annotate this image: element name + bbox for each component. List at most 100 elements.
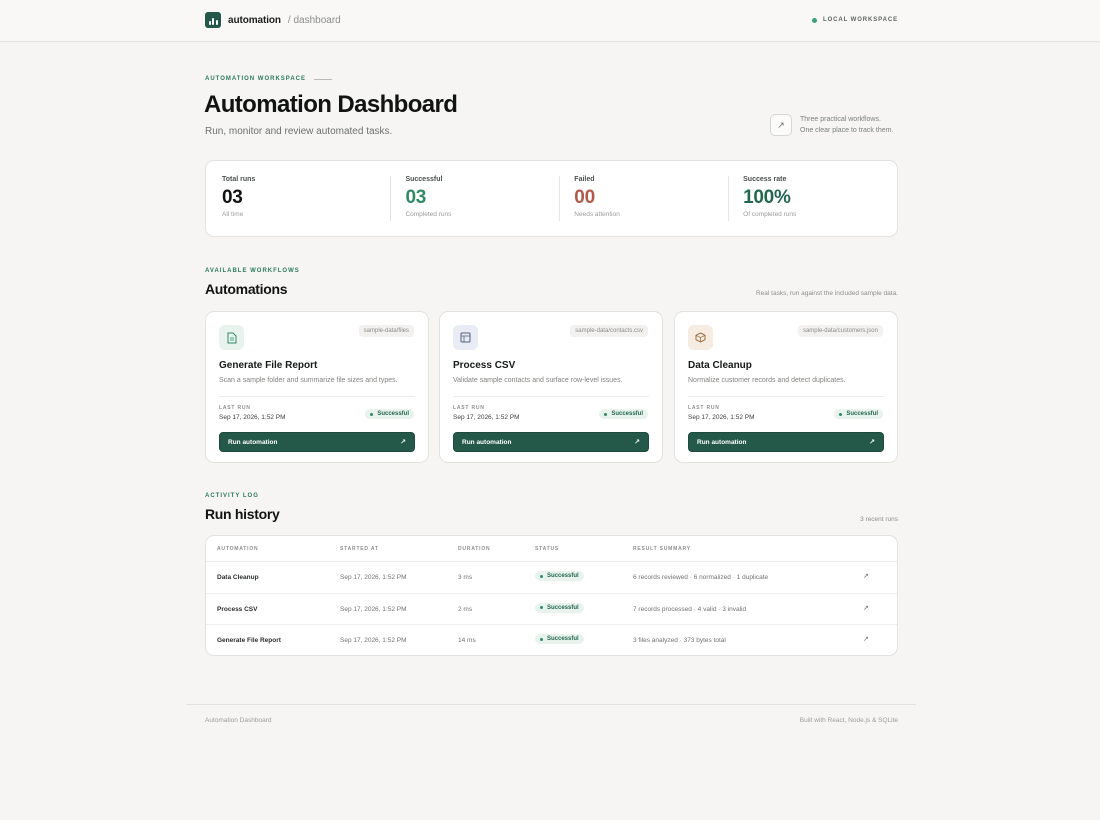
history-eyebrow: ACTIVITY LOG: [205, 493, 259, 499]
run-automation-button[interactable]: Run automation ↗: [219, 432, 415, 452]
cell-summary: 3 files analyzed · 373 bytes total: [633, 637, 726, 644]
stat-label: Failed: [574, 176, 595, 183]
hero-note-line: Three practical workflows.: [800, 116, 881, 123]
sample-path-tag: sample-data/customers.json: [797, 325, 883, 337]
status-badge: Successful: [535, 602, 584, 613]
stat-value: 100%: [743, 187, 791, 208]
arrow-up-right-icon: ↗: [400, 439, 406, 446]
status-text: Successful: [846, 411, 878, 417]
column-header: DURATION: [458, 546, 491, 552]
arrow-up-right-icon: ↗: [634, 439, 640, 446]
table-row[interactable]: Process CSV Sep 17, 2026, 1:52 PM 2 ms S…: [206, 594, 897, 625]
stat-label: Successful: [405, 176, 443, 183]
history-title: Run history: [205, 506, 280, 522]
last-run-value: Sep 17, 2026, 1:52 PM: [453, 414, 520, 421]
column-header: RESULT SUMMARY: [633, 546, 691, 552]
stat-hint: Completed runs: [405, 211, 452, 218]
arrow-up-right-icon[interactable]: ↗: [863, 604, 869, 612]
cell-summary: 6 records reviewed · 6 normalized · 1 du…: [633, 574, 769, 581]
divider: [219, 396, 415, 397]
brand[interactable]: automation / dashboard: [205, 12, 341, 28]
status-dot-icon: [604, 412, 608, 416]
last-run-value: Sep 17, 2026, 1:52 PM: [688, 414, 755, 421]
hero-note-text: Three practical workflows. One clear pla…: [800, 114, 893, 136]
stat-hint: Of completed runs: [743, 211, 797, 218]
status-dot-icon: [839, 412, 843, 416]
stat-value: 03: [405, 187, 426, 208]
table-row[interactable]: Generate File Report Sep 17, 2026, 1:52 …: [206, 625, 897, 655]
cell-summary: 7 records processed · 4 valid · 3 invali…: [633, 605, 747, 613]
column-header: STARTED AT: [340, 546, 379, 552]
stat-label: Success rate: [743, 176, 787, 183]
stats-card: Total runs 03 All time Successful 03 Com…: [205, 160, 898, 237]
workflows-title: Automations: [205, 281, 288, 297]
card-title: Data Cleanup: [688, 360, 752, 371]
column-header: STATUS: [535, 546, 560, 552]
stat-label: Total runs: [222, 176, 256, 183]
table-row[interactable]: Data Cleanup Sep 17, 2026, 1:52 PM 3 ms …: [206, 562, 897, 594]
cell-duration: 3 ms: [458, 574, 473, 581]
stat-value: 00: [574, 187, 595, 208]
status-text: Successful: [547, 573, 579, 579]
arrow-up-right-icon[interactable]: ↗: [863, 572, 869, 580]
status-dot-icon: [812, 17, 818, 23]
file-icon: [219, 325, 244, 350]
status-badge: Successful: [599, 409, 648, 419]
status-dot-icon: [540, 637, 543, 641]
automation-card-data-cleanup: sample-data/customers.json Data Cleanup …: [674, 311, 898, 463]
card-title: Generate File Report: [219, 360, 318, 371]
status-text: Successful: [377, 411, 409, 417]
hero-eyebrow-label: AUTOMATION WORKSPACE: [205, 76, 306, 82]
cell-duration: 14 ms: [458, 637, 476, 644]
hero-note: ↗ Three practical workflows. One clear p…: [770, 114, 893, 136]
hero-eyebrow: AUTOMATION WORKSPACE: [205, 76, 332, 82]
last-run-label: LAST RUN: [688, 405, 720, 411]
footer-left: Automation Dashboard: [205, 717, 272, 724]
stat-successful: Successful 03 Completed runs: [390, 176, 559, 236]
divider: [453, 396, 649, 397]
cell-started: Sep 17, 2026, 1:52 PM: [340, 605, 407, 613]
run-button-label: Run automation: [697, 438, 747, 446]
cell-automation: Generate File Report: [217, 637, 281, 644]
brand-name: automation: [228, 14, 281, 26]
stat-total-runs: Total runs 03 All time: [222, 176, 390, 236]
stat-hint: All time: [222, 211, 244, 218]
status-badge: Successful: [365, 409, 414, 419]
eyebrow-divider: [314, 78, 332, 80]
run-history-table: AUTOMATION STARTED AT DURATION STATUS RE…: [205, 535, 898, 656]
arrow-up-right-icon: ↗: [770, 114, 792, 136]
stat-hint: Needs attention: [574, 211, 620, 218]
run-automation-button[interactable]: Run automation ↗: [453, 432, 649, 452]
top-bar: automation / dashboard LOCAL WORKSPACE: [0, 0, 1100, 42]
page-title: Automation Dashboard: [204, 91, 458, 118]
cell-automation: Data Cleanup: [217, 574, 259, 581]
stat-value: 03: [222, 187, 243, 208]
status-dot-icon: [540, 606, 543, 609]
run-automation-button[interactable]: Run automation ↗: [688, 432, 884, 452]
stat-success-rate: Success rate 100% Of completed runs: [728, 176, 897, 236]
card-description: Validate sample contacts and surface row…: [453, 377, 623, 384]
status-text: Successful: [611, 411, 643, 417]
workflows-eyebrow: AVAILABLE WORKFLOWS: [205, 268, 300, 274]
card-title: Process CSV: [453, 360, 516, 371]
footer: Automation Dashboard Built with React, N…: [186, 704, 916, 744]
run-button-label: Run automation: [228, 438, 278, 446]
automation-card-process-csv: sample-data/contacts.csv Process CSV Val…: [439, 311, 663, 463]
bar-chart-logo-icon: [205, 12, 221, 28]
status-dot-icon: [370, 412, 374, 416]
status-badge: Successful: [535, 571, 584, 581]
automation-card-file-report: sample-data/files Generate File Report S…: [205, 311, 429, 463]
status-badge: Successful: [834, 409, 883, 419]
sample-path-tag: sample-data/contacts.csv: [570, 325, 648, 337]
history-note: 3 recent runs: [860, 516, 898, 523]
workflows-note: Real tasks, run against the included sam…: [755, 290, 898, 297]
sample-path-tag: sample-data/files: [358, 325, 414, 337]
cell-duration: 2 ms: [458, 605, 473, 613]
card-description: Scan a sample folder and summarize file …: [219, 377, 398, 384]
arrow-up-right-icon[interactable]: ↗: [863, 635, 869, 643]
column-header: AUTOMATION: [217, 546, 259, 552]
table-header: AUTOMATION STARTED AT DURATION STATUS RE…: [206, 536, 897, 562]
workspace-indicator: LOCAL WORKSPACE: [812, 17, 898, 23]
last-run-label: LAST RUN: [453, 405, 485, 411]
status-badge: Successful: [535, 634, 584, 644]
